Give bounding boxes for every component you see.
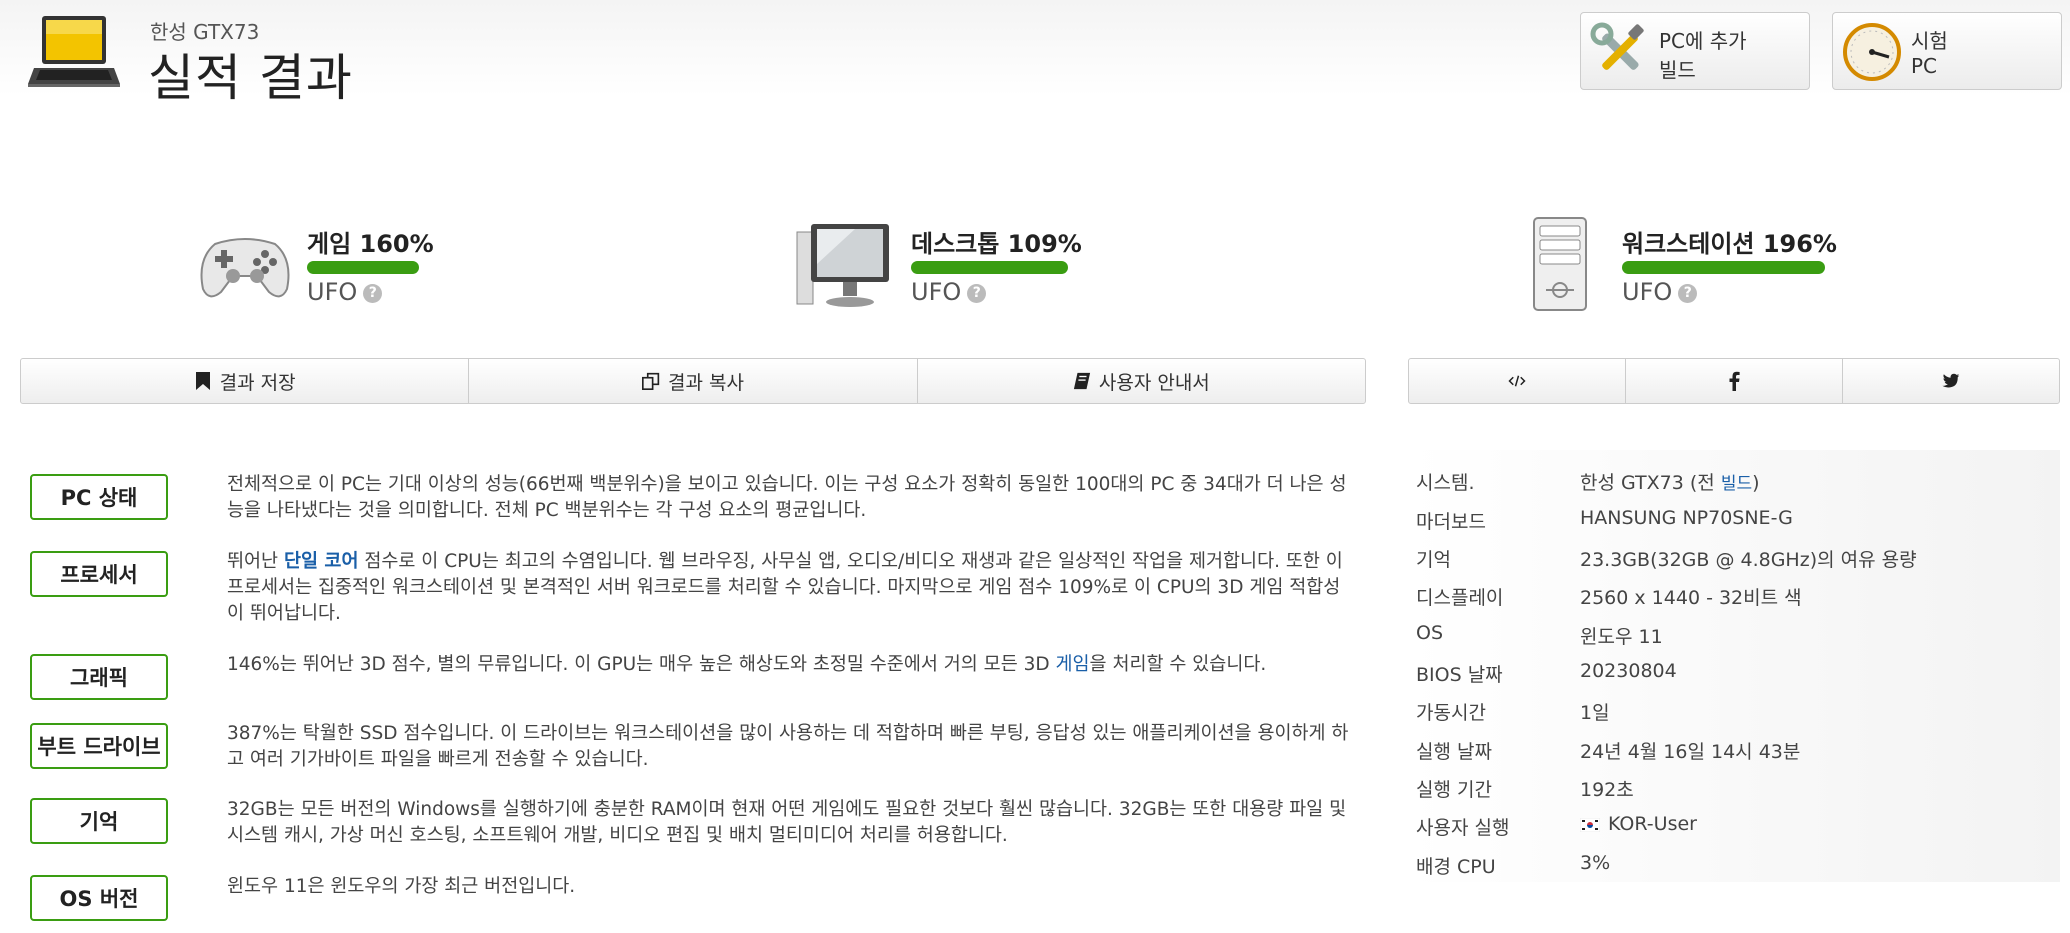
desktop-icon — [796, 224, 889, 307]
gamepad-icon — [200, 238, 290, 298]
memory-description: 32GB는 모든 버전의 Windows를 실행하기에 충분한 RAM이며 현재… — [227, 799, 1347, 846]
bookmark-icon — [195, 372, 210, 390]
help-icon[interactable]: ? — [1678, 283, 1698, 303]
save-result-label: 결과 저장 — [219, 371, 296, 394]
spec-key-display: 디스플레이 — [1416, 587, 1504, 609]
boot-drive-button[interactable]: 부트 드라이브 — [30, 723, 168, 769]
spec-value-run-by-text: KOR-User — [1608, 813, 1697, 835]
spec-key-run-duration: 실행 기간 — [1416, 779, 1492, 801]
spec-value-run-date: 24년 4월 16일 14시 43분 — [1580, 741, 1801, 763]
copy-result-label: 결과 복사 — [668, 371, 744, 394]
test-pc-line2: PC — [1911, 54, 1938, 78]
desktop-score-label: 데스크톱 109% — [911, 230, 1082, 258]
copy-icon — [642, 372, 660, 390]
spec-value-bios-date: 20230804 — [1580, 660, 1677, 682]
spec-value-memory: 23.3GB(32GB @ 4.8GHz)의 여유 용량 — [1580, 549, 1917, 571]
spec-key-run-by: 사용자 실행 — [1416, 817, 1510, 839]
spec-value-system-text: 한성 GTX73 (전 — [1580, 472, 1721, 494]
test-pc-line1: 시험 — [1911, 29, 1948, 53]
graphics-text-pre: 146%는 뛰어난 3D 점수, 별의 무류입니다. 이 GPU는 매우 높은 … — [227, 654, 1056, 675]
spec-key-motherboard: 마더보드 — [1416, 511, 1486, 533]
gaming-score-bar — [307, 261, 419, 274]
spec-value-run-duration: 192초 — [1580, 779, 1634, 801]
workstation-icon — [1533, 217, 1587, 311]
graphics-text-post: 을 처리할 수 있습니다. — [1089, 654, 1267, 675]
spec-key-uptime: 가동시간 — [1416, 702, 1486, 724]
result-actions-bar: 결과 저장 결과 복사 사용자 안내서 — [20, 358, 1366, 404]
spec-value-background-cpu: 3% — [1580, 852, 1611, 874]
user-guide-button[interactable]: 사용자 안내서 — [918, 359, 1365, 403]
processor-button[interactable]: 프로세서 — [30, 551, 168, 597]
pc-status-label: PC 상태 — [60, 486, 138, 510]
embed-button[interactable] — [1409, 359, 1626, 403]
save-result-button[interactable]: 결과 저장 — [21, 359, 470, 403]
korea-flag-icon — [1580, 817, 1600, 832]
embed-icon — [1508, 375, 1526, 387]
test-pc-button[interactable]: 시험 PC — [1832, 12, 2062, 90]
twitter-share-button[interactable] — [1843, 359, 2059, 403]
spec-key-background-cpu: 배경 CPU — [1416, 856, 1496, 878]
desktop-rating-text: UFO — [911, 278, 962, 306]
os-version-label: OS 버전 — [59, 887, 139, 911]
pc-status-description: 전체적으로 이 PC는 기대 이상의 성능(66번째 백분위수)을 보이고 있습… — [227, 474, 1347, 521]
graphics-button[interactable]: 그래픽 — [30, 654, 168, 700]
spec-value-motherboard: HANSUNG NP70SNE-G — [1580, 507, 1793, 529]
single-core-link[interactable]: 단일 코어 — [284, 551, 359, 572]
spec-key-run-date: 실행 날짜 — [1416, 741, 1492, 763]
full-build-link[interactable]: 빌드 — [1721, 474, 1752, 494]
twitter-icon — [1942, 373, 1960, 388]
gaming-rating-text: UFO — [307, 278, 358, 306]
spec-value-system: 한성 GTX73 (전 빌드) — [1580, 468, 1760, 495]
spec-key-bios-date: BIOS 날짜 — [1416, 664, 1503, 686]
help-icon[interactable]: ? — [363, 283, 383, 303]
facebook-share-button[interactable] — [1626, 359, 1843, 403]
copy-result-button[interactable]: 결과 복사 — [469, 359, 918, 403]
memory-label: 기억 — [79, 810, 119, 834]
facebook-icon — [1729, 371, 1740, 391]
workstation-score-label: 워크스테이션 196% — [1622, 230, 1837, 258]
processor-label: 프로세서 — [60, 563, 138, 587]
add-to-build-button[interactable]: PC에 추가 빌드 — [1580, 12, 1810, 90]
gaming-score-label: 게임 160% — [307, 230, 434, 258]
desktop-rating: UFO? — [911, 278, 987, 306]
os-version-button[interactable]: OS 버전 — [30, 875, 168, 921]
user-guide-label: 사용자 안내서 — [1098, 371, 1210, 394]
desktop-score-bar — [911, 261, 1068, 274]
graphics-description: 146%는 뛰어난 3D 점수, 별의 무류입니다. 이 GPU는 매우 높은 … — [227, 652, 1357, 678]
processor-text-post: 점수로 이 CPU는 최고의 수염입니다. 웹 브라우징, 사무실 앱, 오디오… — [227, 551, 1343, 624]
laptop-icon — [28, 16, 120, 87]
add-to-build-line1: PC에 추가 — [1659, 29, 1747, 53]
spec-value-run-by: KOR-User — [1580, 813, 1697, 835]
gauge-icon — [1843, 23, 1901, 81]
workstation-rating-text: UFO — [1622, 278, 1673, 306]
pc-status-button[interactable]: PC 상태 — [30, 474, 168, 520]
processor-text-pre: 뛰어난 — [227, 551, 284, 572]
boot-drive-description: 387%는 탁월한 SSD 점수입니다. 이 드라이브는 워크스테이션을 많이 … — [227, 723, 1349, 770]
spec-key-os: OS — [1416, 622, 1444, 644]
spec-value-system-suffix: ) — [1752, 472, 1760, 494]
gaming-rating: UFO? — [307, 278, 383, 306]
spec-key-memory: 기억 — [1416, 549, 1451, 571]
os-version-description: 윈도우 11은 윈도우의 가장 최근 버전입니다. — [227, 876, 576, 897]
spec-value-display: 2560 x 1440 - 32비트 색 — [1580, 587, 1802, 609]
page-title: 실적 결과 — [148, 49, 353, 107]
share-bar — [1408, 358, 2060, 404]
workstation-rating: UFO? — [1622, 278, 1698, 306]
tools-icon — [1590, 22, 1644, 70]
add-to-build-line2: 빌드 — [1659, 58, 1696, 82]
boot-drive-label: 부트 드라이브 — [37, 735, 161, 759]
workstation-score-bar — [1622, 261, 1825, 274]
book-icon — [1073, 372, 1090, 390]
spec-value-uptime: 1일 — [1580, 702, 1610, 724]
games-link[interactable]: 게임 — [1056, 654, 1090, 675]
help-icon[interactable]: ? — [967, 283, 987, 303]
spec-value-os: 윈도우 11 — [1580, 626, 1663, 648]
processor-description: 뛰어난 단일 코어 점수로 이 CPU는 최고의 수염입니다. 웹 브라우징, … — [227, 549, 1357, 627]
spec-key-system: 시스템. — [1416, 472, 1475, 494]
memory-button[interactable]: 기억 — [30, 798, 168, 844]
graphics-label: 그래픽 — [70, 666, 128, 690]
